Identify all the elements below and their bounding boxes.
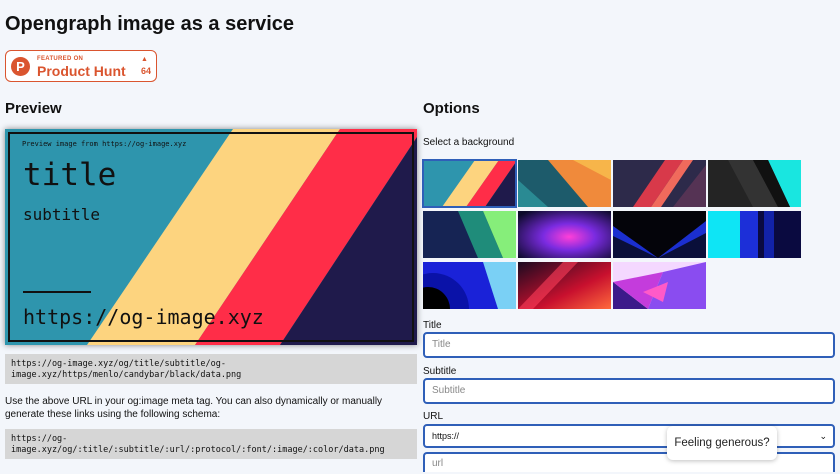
preview-note: Preview image from https://og-image.xyz <box>22 140 187 148</box>
background-thumb-candybar[interactable] <box>422 159 517 208</box>
upvote-arrow-icon: ▲ <box>141 56 148 63</box>
background-thumb-cyan-blue-bars[interactable] <box>708 211 801 258</box>
purple-crystal-thumb-image <box>613 262 706 309</box>
background-thumb-black-cyan[interactable] <box>708 160 801 207</box>
dark-blue-v-thumb-image <box>613 211 706 258</box>
background-label: Select a background <box>423 137 515 148</box>
preview-url: https://og-image.xyz <box>23 305 264 329</box>
green-navy-thumb-image <box>423 211 516 258</box>
product-hunt-count: 64 <box>141 66 152 76</box>
red-gradient-thumb-image <box>518 262 611 309</box>
generated-url-box[interactable]: https://og-image.xyz/og/title/subtitle/o… <box>5 354 417 384</box>
title-label: Title <box>423 320 442 331</box>
background-thumb-purple-glow[interactable] <box>518 211 611 258</box>
preview-heading: Preview <box>5 100 62 117</box>
blue-waves-thumb-image <box>423 262 516 309</box>
product-hunt-logo-icon: P <box>11 57 30 76</box>
title-input[interactable]: Title <box>423 332 835 358</box>
subtitle-input[interactable]: Subtitle <box>423 378 835 404</box>
background-thumb-red-gradient[interactable] <box>518 262 611 309</box>
background-thumb-orange-teal[interactable] <box>518 160 611 207</box>
subtitle-label: Subtitle <box>423 366 457 377</box>
donate-toast[interactable]: Feeling generous? <box>667 426 777 460</box>
background-thumb-red-navy[interactable] <box>613 160 706 207</box>
orange-teal-thumb-image <box>518 160 611 207</box>
url-label: URL <box>423 411 444 422</box>
background-thumb-purple-crystal[interactable] <box>613 262 706 309</box>
product-hunt-badge[interactable]: P FEATURED ON Product Hunt ▲ 64 <box>5 50 157 82</box>
cyan-blue-bars-thumb-image <box>708 211 801 258</box>
purple-glow-thumb-image <box>518 211 611 258</box>
product-hunt-name: Product Hunt <box>37 63 126 79</box>
preview-title: title <box>23 157 117 193</box>
background-thumb-dark-blue-v[interactable] <box>613 211 706 258</box>
preview-image: Preview image from https://og-image.xyz … <box>5 129 417 345</box>
background-thumb-blue-waves[interactable] <box>423 262 516 309</box>
chevron-down-icon: ⌄ <box>819 431 827 441</box>
instructions-text: Use the above URL in your og:image meta … <box>5 396 383 420</box>
candybar-thumb-image <box>423 160 516 207</box>
page-title: Opengraph image as a service <box>5 13 295 35</box>
black-cyan-thumb-image <box>708 160 801 207</box>
product-hunt-featured-text: FEATURED ON <box>37 56 84 62</box>
background-thumb-green-navy[interactable] <box>423 211 516 258</box>
schema-box[interactable]: https://og-image.xyz/og/:title/:subtitle… <box>5 429 417 459</box>
options-heading: Options <box>423 100 480 117</box>
red-navy-thumb-image <box>613 160 706 207</box>
preview-divider <box>23 291 91 293</box>
preview-subtitle: subtitle <box>23 205 101 224</box>
protocol-value: https:// <box>432 431 460 441</box>
